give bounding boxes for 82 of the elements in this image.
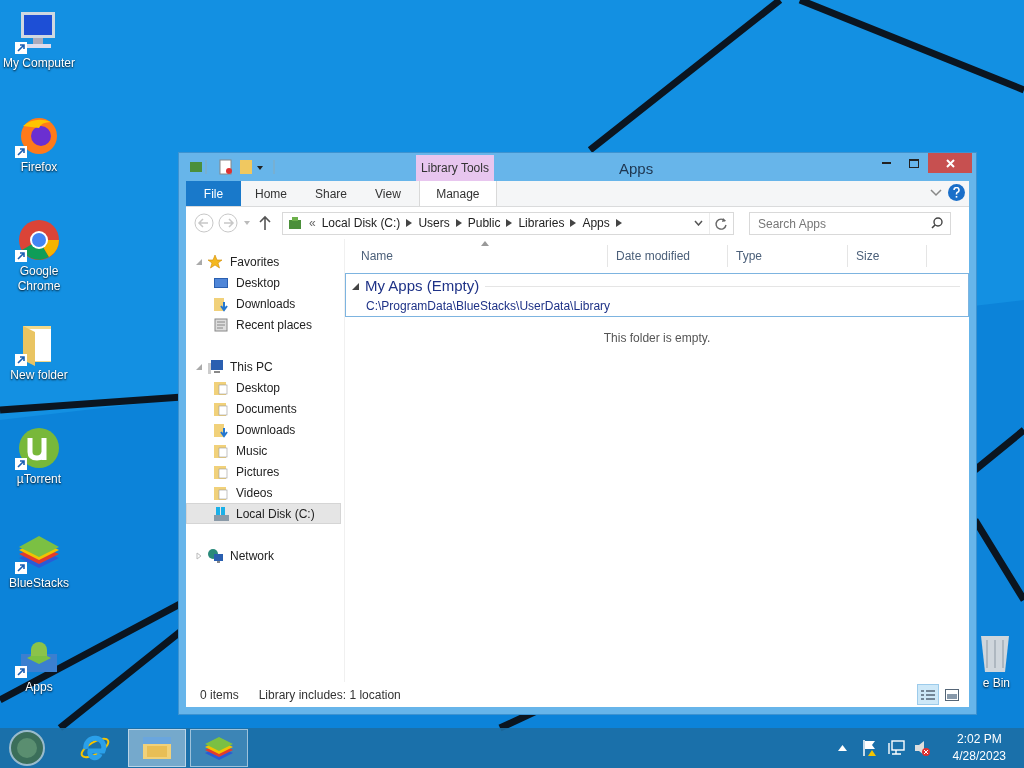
library-icon [287, 216, 303, 230]
search-icon [931, 216, 943, 229]
chevron-right-icon [615, 219, 622, 227]
close-icon [945, 158, 955, 168]
nav-item[interactable]: Recent places [186, 314, 341, 335]
column-header[interactable]: Name [345, 245, 607, 267]
computer-icon [207, 358, 224, 375]
library-info: Library includes: 1 location [258, 686, 401, 704]
nav-item[interactable]: Music [186, 440, 341, 461]
breadcrumb-item[interactable]: Local Disk (C:) [321, 214, 401, 232]
recent-places-icon [213, 316, 230, 333]
nav-item[interactable]: Downloads [186, 293, 341, 314]
nav-item[interactable]: Favorites [186, 251, 341, 272]
chevron-down-icon [694, 220, 703, 226]
icon-label[interactable]: µTorrent [16, 472, 62, 487]
star-icon [207, 253, 224, 270]
drive-icon [213, 505, 230, 522]
icon-label[interactable]: BlueStacks [9, 576, 69, 591]
chevron-right-icon [506, 219, 513, 227]
item-count: 0 items [200, 686, 239, 704]
column-header[interactable]: Size [847, 245, 927, 267]
ribbon-tab[interactable]: File [186, 181, 241, 206]
ribbon-tab[interactable]: View [361, 181, 415, 206]
maximize-icon [909, 158, 919, 168]
ribbon-tab[interactable]: Home [241, 181, 301, 206]
help-button[interactable] [948, 184, 965, 201]
muted-speaker-icon [912, 739, 931, 757]
library-path: C:\ProgramData\BlueStacks\UserData\Library [365, 298, 612, 316]
nav-item[interactable]: Desktop [186, 377, 341, 398]
close-button[interactable] [928, 153, 972, 173]
flag-icon [860, 739, 879, 757]
clock-date[interactable]: 4/28/2023 [952, 748, 1006, 765]
minimize-icon [881, 162, 891, 164]
chevron-down-icon [930, 187, 942, 198]
overflow-chevron[interactable]: « [309, 214, 316, 232]
breadcrumb-item[interactable]: Public [467, 214, 501, 232]
icon-label[interactable]: Apps [25, 680, 53, 695]
group-title: My Apps (Empty) [365, 275, 480, 296]
question-mark-icon [953, 187, 960, 198]
details-list-icon [921, 688, 935, 701]
breadcrumb-item[interactable]: Apps [582, 214, 610, 232]
folder-icon [213, 463, 230, 480]
taskbar-button[interactable] [190, 729, 248, 767]
folder-icon [213, 400, 230, 417]
column-header[interactable]: Type [727, 245, 847, 267]
icon-label[interactable]: e Bin [982, 674, 1020, 692]
clock-time[interactable]: 2:02 PM [956, 731, 1002, 748]
caret-up-icon [837, 745, 847, 751]
image-icon [945, 688, 959, 701]
nav-item[interactable]: Network [186, 545, 341, 566]
folder-icon [213, 379, 230, 396]
download-folder-icon [213, 421, 230, 438]
nav-item[interactable]: Downloads [186, 419, 341, 440]
empty-message: This folder is empty. [602, 330, 712, 347]
network-monitor-icon [886, 739, 905, 757]
folder-icon [213, 484, 230, 501]
up-arrow-icon [258, 215, 272, 231]
ribbon-tab[interactable]: Share [301, 181, 362, 206]
address-bar[interactable]: « Local Disk (C:) Users Public Libraries Apps [282, 211, 734, 235]
chevron-right-icon [570, 219, 577, 227]
nav-item[interactable]: Local Disk (C:) [186, 503, 341, 524]
sort-arrow-icon [481, 241, 489, 246]
details-view-button[interactable] [917, 684, 939, 705]
nav-item[interactable]: Desktop [186, 272, 341, 293]
breadcrumb-item[interactable]: Libraries [518, 214, 565, 232]
contextual-tab-group: Library Tools [416, 155, 494, 181]
network-icon [207, 547, 224, 564]
group-header[interactable]: My Apps (Empty) C:\ProgramData\BlueStacks\UserData\Library [345, 273, 969, 317]
window-title: Apps [619, 159, 654, 179]
ribbon-tab[interactable]: Manage [418, 181, 497, 206]
column-header[interactable]: Date modified [607, 245, 727, 267]
download-folder-icon [213, 295, 230, 312]
breadcrumb-item[interactable]: Users [418, 214, 450, 232]
nav-item[interactable]: Documents [186, 398, 341, 419]
chevron-right-icon [455, 219, 462, 227]
chevron-right-icon [406, 219, 413, 227]
nav-item[interactable]: Pictures [186, 461, 341, 482]
nav-item[interactable]: This PC [186, 356, 341, 377]
search-field[interactable]: Search Apps [749, 212, 951, 236]
start-orb-icon [8, 729, 46, 767]
nav-item[interactable]: Videos [186, 482, 341, 503]
folder-icon [213, 442, 230, 459]
